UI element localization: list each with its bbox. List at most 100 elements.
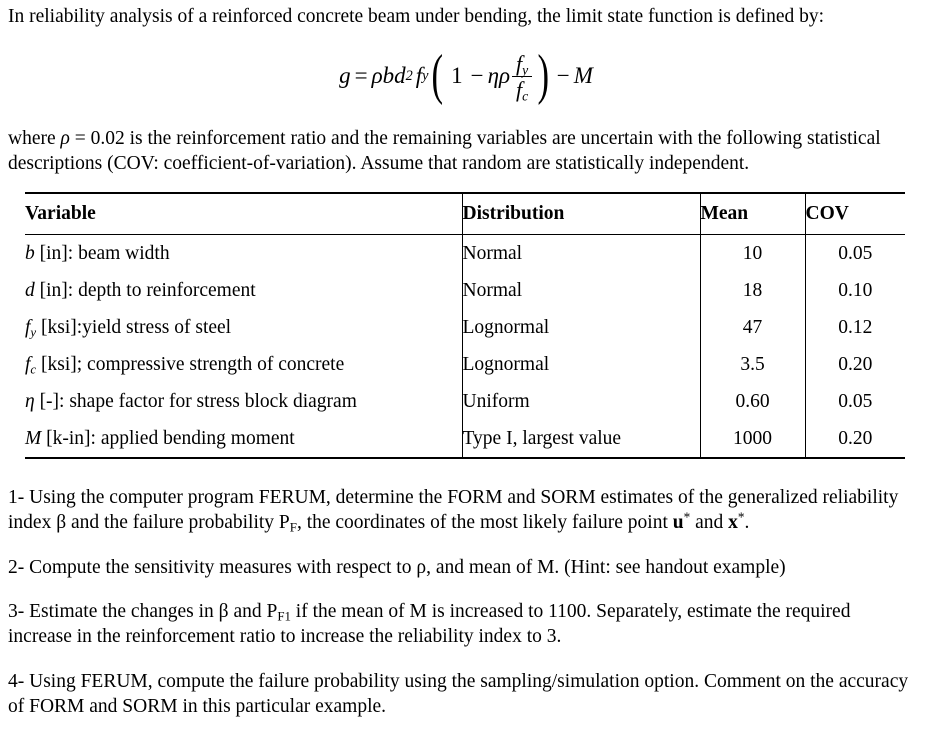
cell-mean: 0.60 <box>699 383 805 420</box>
question-1-text-e: . <box>744 512 750 533</box>
cell-distribution: Type I, largest value <box>461 420 700 459</box>
cell-mean: 47 <box>699 309 805 346</box>
question-3-text-a: Estimate the changes in <box>24 601 219 622</box>
variable-symbol: η <box>25 390 35 412</box>
document-page: In reliability analysis of a reinforced … <box>0 0 932 731</box>
variable-symbol: b <box>25 242 35 264</box>
question-1-x-symbol: x <box>728 512 738 533</box>
variable-symbol: d <box>25 279 35 301</box>
equation-lhs: g <box>339 62 351 88</box>
equation-b: b <box>382 62 395 88</box>
cell-variable: η [-]: shape factor for stress block dia… <box>25 383 462 420</box>
cell-mean: 18 <box>699 272 805 309</box>
question-1-text-b: and the failure probability P <box>66 512 290 533</box>
variables-table: Variable Distribution Mean COV b [in]: b… <box>25 192 905 459</box>
question-3-beta: β <box>218 601 229 622</box>
equation-minus-1: − <box>470 62 484 88</box>
question-item-4: 4- Using FERUM, compute the failure prob… <box>8 669 910 719</box>
equation-fraction: fy fc <box>512 52 533 104</box>
table-header-row: Variable Distribution Mean COV <box>25 192 905 235</box>
equation-d: d <box>394 62 406 88</box>
equation-rho: ρ <box>371 62 383 88</box>
equation-open-paren: ( <box>432 43 444 106</box>
cell-mean: 3.5 <box>699 346 805 383</box>
variable-description: [ksi]; compressive strength of concrete <box>36 353 345 375</box>
cell-distribution: Uniform <box>461 383 700 420</box>
cell-cov: 0.20 <box>804 420 905 459</box>
cell-cov: 0.10 <box>804 272 905 309</box>
equation-eta: η <box>487 62 500 88</box>
where-paragraph: where ρ = 0.02 is the reinforcement rati… <box>0 126 932 176</box>
equation-equals: = <box>354 62 368 88</box>
cell-mean: 1000 <box>699 420 805 459</box>
question-3-text-b: and P <box>228 601 278 622</box>
question-1-beta: β <box>56 512 67 533</box>
intro-paragraph: In reliability analysis of a reinforced … <box>0 0 932 29</box>
limit-state-equation: g = ρbd2 fy ( 1− η ρ fy fc ) − M <box>0 43 932 117</box>
equation-expression: g = ρbd2 fy ( 1− η ρ fy fc ) − M <box>339 43 593 106</box>
cell-cov: 0.05 <box>804 234 905 272</box>
column-header-variable: Variable <box>25 192 462 235</box>
table-row: d [in]: depth to reinforcement Normal 18… <box>25 272 905 309</box>
cell-distribution: Lognormal <box>461 346 700 383</box>
variable-description: [in]: beam width <box>34 242 170 264</box>
equation-one: 1 <box>451 62 463 88</box>
column-header-distribution: Distribution <box>461 192 700 235</box>
question-1-text-d: and <box>690 512 729 533</box>
table-row: M [k-in]: applied bending moment Type I,… <box>25 420 905 459</box>
cell-distribution: Lognormal <box>461 309 700 346</box>
cell-cov: 0.12 <box>804 309 905 346</box>
equation-M: M <box>573 62 593 88</box>
cell-variable: fy [ksi]:yield stress of steel <box>25 309 462 346</box>
question-3-number: 3- <box>8 601 25 622</box>
variable-description: [ksi]:yield stress of steel <box>36 316 232 338</box>
cell-distribution: Normal <box>461 272 700 309</box>
cell-mean: 10 <box>699 234 805 272</box>
fraction-denominator-sub: c <box>522 88 529 104</box>
cell-variable: M [k-in]: applied bending moment <box>25 420 462 459</box>
column-header-mean: Mean <box>699 192 805 235</box>
question-item-1: 1- Using the computer program FERUM, det… <box>8 485 910 535</box>
column-header-cov: COV <box>804 192 905 235</box>
cell-variable: b [in]: beam width <box>25 235 462 273</box>
question-4-number: 4- <box>8 670 25 692</box>
table-row: fy [ksi]:yield stress of steel Lognormal… <box>25 309 905 346</box>
table-row: η [-]: shape factor for stress block dia… <box>25 383 905 420</box>
cell-variable: fc [ksi]; compressive strength of concre… <box>25 346 462 383</box>
question-item-3: 3- Estimate the changes in β and PF1 if … <box>8 599 910 649</box>
question-2-number: 2- <box>8 556 25 578</box>
question-2-text-a: Compute the sensitivity measures with re… <box>24 556 417 578</box>
variable-description: [in]: depth to reinforcement <box>34 279 256 301</box>
table-body: b [in]: beam width Normal 10 0.05 d [in]… <box>25 234 905 459</box>
variable-description: [-]: shape factor for stress block diagr… <box>34 390 357 412</box>
question-2-rho: ρ <box>416 556 427 578</box>
cell-variable: d [in]: depth to reinforcement <box>25 272 462 309</box>
question-1-x-star: * <box>737 509 745 525</box>
cell-cov: 0.05 <box>804 383 905 420</box>
equation-rho-2: ρ <box>499 62 511 88</box>
cell-distribution: Normal <box>461 234 700 272</box>
equation-minus-2: − <box>556 62 570 88</box>
where-prefix: where <box>8 128 61 149</box>
question-1-pf-subscript: F <box>289 520 297 535</box>
question-1-u-symbol: u <box>672 512 684 533</box>
where-rest: = 0.02 is the reinforcement ratio and th… <box>8 128 881 174</box>
fraction-numerator-sub: y <box>522 62 529 78</box>
equation-close-paren: ) <box>537 43 550 106</box>
fraction-denominator: fc <box>513 77 531 104</box>
table-row: b [in]: beam width Normal 10 0.05 <box>25 234 905 273</box>
question-2-text-b: , and mean of M. (Hint: see handout exam… <box>426 556 786 578</box>
table-row: fc [ksi]; compressive strength of concre… <box>25 346 905 383</box>
question-list: 1- Using the computer program FERUM, det… <box>0 485 932 719</box>
question-4-text-a: Using FERUM, compute the failure probabi… <box>8 670 909 717</box>
question-1-number: 1- <box>8 487 25 508</box>
table-header: Variable Distribution Mean COV <box>25 192 905 235</box>
question-3-pf-subscript: F1 <box>277 609 291 624</box>
fraction-numerator: fy <box>513 52 531 78</box>
intro-text: In reliability analysis of a reinforced … <box>8 6 825 27</box>
variable-description: [k-in]: applied bending moment <box>41 427 295 449</box>
variables-table-container: Variable Distribution Mean COV b [in]: b… <box>0 192 932 459</box>
variable-symbol: M <box>25 427 42 449</box>
question-item-2: 2- Compute the sensitivity measures with… <box>8 555 910 580</box>
where-rho-symbol: ρ <box>60 128 70 149</box>
